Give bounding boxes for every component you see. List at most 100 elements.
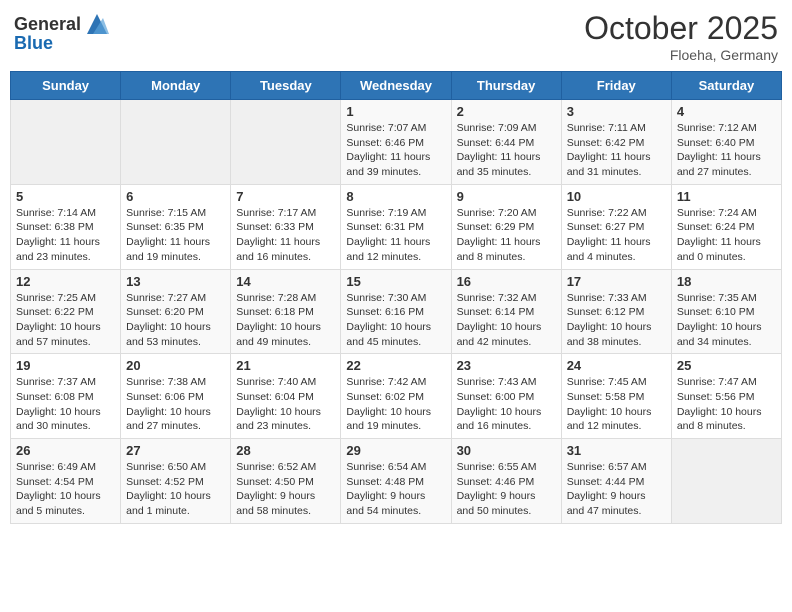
day-number: 23 — [457, 358, 556, 373]
logo: General Blue — [14, 10, 111, 52]
weekday-header-thursday: Thursday — [451, 72, 561, 100]
calendar-cell: 2 Sunrise: 7:09 AMSunset: 6:44 PMDaylight… — [451, 100, 561, 185]
page-header: General Blue October 2025 Floeha, German… — [10, 10, 782, 63]
weekday-header-monday: Monday — [121, 72, 231, 100]
day-info: Sunrise: 7:22 AMSunset: 6:27 PMDaylight:… — [567, 206, 666, 265]
calendar-cell: 28 Sunrise: 6:52 AMSunset: 4:50 PMDayligh… — [231, 439, 341, 524]
day-info: Sunrise: 7:28 AMSunset: 6:18 PMDaylight:… — [236, 291, 335, 350]
day-info: Sunrise: 7:30 AMSunset: 6:16 PMDaylight:… — [346, 291, 445, 350]
calendar-cell: 18 Sunrise: 7:35 AMSunset: 6:10 PMDayligh… — [671, 269, 781, 354]
calendar-cell: 27 Sunrise: 6:50 AMSunset: 4:52 PMDayligh… — [121, 439, 231, 524]
calendar-cell: 16 Sunrise: 7:32 AMSunset: 6:14 PMDayligh… — [451, 269, 561, 354]
day-number: 27 — [126, 443, 225, 458]
day-info: Sunrise: 7:09 AMSunset: 6:44 PMDaylight:… — [457, 121, 556, 180]
calendar-cell: 24 Sunrise: 7:45 AMSunset: 5:58 PMDayligh… — [561, 354, 671, 439]
calendar-cell: 1 Sunrise: 7:07 AMSunset: 6:46 PMDaylight… — [341, 100, 451, 185]
day-info: Sunrise: 7:11 AMSunset: 6:42 PMDaylight:… — [567, 121, 666, 180]
day-number: 4 — [677, 104, 776, 119]
logo-general: General — [14, 15, 81, 33]
day-number: 28 — [236, 443, 335, 458]
day-info: Sunrise: 7:12 AMSunset: 6:40 PMDaylight:… — [677, 121, 776, 180]
month-title: October 2025 — [584, 10, 778, 47]
day-number: 15 — [346, 274, 445, 289]
day-info: Sunrise: 6:52 AMSunset: 4:50 PMDaylight:… — [236, 460, 335, 519]
day-info: Sunrise: 7:43 AMSunset: 6:00 PMDaylight:… — [457, 375, 556, 434]
day-number: 25 — [677, 358, 776, 373]
title-block: October 2025 Floeha, Germany — [584, 10, 778, 63]
calendar-cell: 31 Sunrise: 6:57 AMSunset: 4:44 PMDayligh… — [561, 439, 671, 524]
calendar-cell: 5 Sunrise: 7:14 AMSunset: 6:38 PMDaylight… — [11, 184, 121, 269]
calendar-cell — [231, 100, 341, 185]
day-number: 19 — [16, 358, 115, 373]
day-number: 22 — [346, 358, 445, 373]
calendar-cell: 26Sunrise: 6:49 AMSunset: 4:54 PMDayligh… — [11, 439, 121, 524]
weekday-header-wednesday: Wednesday — [341, 72, 451, 100]
day-info: Sunrise: 7:33 AMSunset: 6:12 PMDaylight:… — [567, 291, 666, 350]
day-info: Sunrise: 7:35 AMSunset: 6:10 PMDaylight:… — [677, 291, 776, 350]
day-number: 21 — [236, 358, 335, 373]
day-info: Sunrise: 6:55 AMSunset: 4:46 PMDaylight:… — [457, 460, 556, 519]
calendar-cell — [671, 439, 781, 524]
day-number: 30 — [457, 443, 556, 458]
day-info: Sunrise: 7:37 AMSunset: 6:08 PMDaylight:… — [16, 375, 115, 434]
calendar-cell: 12 Sunrise: 7:25 AMSunset: 6:22 PMDayligh… — [11, 269, 121, 354]
day-number: 7 — [236, 189, 335, 204]
day-info: Sunrise: 7:25 AMSunset: 6:22 PMDaylight:… — [16, 291, 115, 350]
calendar-cell: 7Sunrise: 7:17 AMSunset: 6:33 PMDaylight… — [231, 184, 341, 269]
day-info: Sunrise: 7:32 AMSunset: 6:14 PMDaylight:… — [457, 291, 556, 350]
day-info: Sunrise: 7:15 AMSunset: 6:35 PMDaylight:… — [126, 206, 225, 265]
calendar-cell: 19 Sunrise: 7:37 AMSunset: 6:08 PMDayligh… — [11, 354, 121, 439]
weekday-header-sunday: Sunday — [11, 72, 121, 100]
weekday-header-friday: Friday — [561, 72, 671, 100]
calendar-cell — [121, 100, 231, 185]
day-number: 1 — [346, 104, 445, 119]
calendar-week-5: 26Sunrise: 6:49 AMSunset: 4:54 PMDayligh… — [11, 439, 782, 524]
day-info: Sunrise: 6:50 AMSunset: 4:52 PMDaylight:… — [126, 460, 225, 519]
day-number: 14 — [236, 274, 335, 289]
calendar-cell: 30 Sunrise: 6:55 AMSunset: 4:46 PMDayligh… — [451, 439, 561, 524]
day-info: Sunrise: 7:24 AMSunset: 6:24 PMDaylight:… — [677, 206, 776, 265]
day-info: Sunrise: 7:27 AMSunset: 6:20 PMDaylight:… — [126, 291, 225, 350]
calendar-cell: 8 Sunrise: 7:19 AMSunset: 6:31 PMDaylight… — [341, 184, 451, 269]
day-number: 16 — [457, 274, 556, 289]
calendar-cell: 6 Sunrise: 7:15 AMSunset: 6:35 PMDaylight… — [121, 184, 231, 269]
calendar-cell: 20Sunrise: 7:38 AMSunset: 6:06 PMDayligh… — [121, 354, 231, 439]
calendar-cell: 22 Sunrise: 7:42 AMSunset: 6:02 PMDayligh… — [341, 354, 451, 439]
calendar-cell: 15 Sunrise: 7:30 AMSunset: 6:16 PMDayligh… — [341, 269, 451, 354]
day-number: 8 — [346, 189, 445, 204]
day-number: 11 — [677, 189, 776, 204]
day-number: 31 — [567, 443, 666, 458]
calendar-week-3: 12 Sunrise: 7:25 AMSunset: 6:22 PMDayligh… — [11, 269, 782, 354]
calendar-cell: 17 Sunrise: 7:33 AMSunset: 6:12 PMDayligh… — [561, 269, 671, 354]
day-number: 6 — [126, 189, 225, 204]
day-info: Sunrise: 6:49 AMSunset: 4:54 PMDaylight:… — [16, 460, 115, 519]
day-number: 29 — [346, 443, 445, 458]
day-number: 18 — [677, 274, 776, 289]
logo-icon — [83, 10, 111, 38]
day-number: 9 — [457, 189, 556, 204]
calendar-cell: 21 Sunrise: 7:40 AMSunset: 6:04 PMDayligh… — [231, 354, 341, 439]
day-info: Sunrise: 7:45 AMSunset: 5:58 PMDaylight:… — [567, 375, 666, 434]
day-info: Sunrise: 7:40 AMSunset: 6:04 PMDaylight:… — [236, 375, 335, 434]
calendar-week-4: 19 Sunrise: 7:37 AMSunset: 6:08 PMDayligh… — [11, 354, 782, 439]
location: Floeha, Germany — [584, 47, 778, 63]
day-number: 24 — [567, 358, 666, 373]
day-number: 5 — [16, 189, 115, 204]
day-info: Sunrise: 7:42 AMSunset: 6:02 PMDaylight:… — [346, 375, 445, 434]
day-number: 17 — [567, 274, 666, 289]
day-info: Sunrise: 7:14 AMSunset: 6:38 PMDaylight:… — [16, 206, 115, 265]
day-info: Sunrise: 7:19 AMSunset: 6:31 PMDaylight:… — [346, 206, 445, 265]
weekday-header-saturday: Saturday — [671, 72, 781, 100]
calendar-cell: 25 Sunrise: 7:47 AMSunset: 5:56 PMDayligh… — [671, 354, 781, 439]
day-number: 2 — [457, 104, 556, 119]
day-number: 20 — [126, 358, 225, 373]
logo-blue: Blue — [14, 34, 53, 52]
day-info: Sunrise: 7:47 AMSunset: 5:56 PMDaylight:… — [677, 375, 776, 434]
day-number: 12 — [16, 274, 115, 289]
day-info: Sunrise: 6:54 AMSunset: 4:48 PMDaylight:… — [346, 460, 445, 519]
calendar-cell: 10Sunrise: 7:22 AMSunset: 6:27 PMDayligh… — [561, 184, 671, 269]
day-info: Sunrise: 7:07 AMSunset: 6:46 PMDaylight:… — [346, 121, 445, 180]
day-info: Sunrise: 6:57 AMSunset: 4:44 PMDaylight:… — [567, 460, 666, 519]
calendar-week-1: 1 Sunrise: 7:07 AMSunset: 6:46 PMDaylight… — [11, 100, 782, 185]
calendar-cell: 11 Sunrise: 7:24 AMSunset: 6:24 PMDayligh… — [671, 184, 781, 269]
